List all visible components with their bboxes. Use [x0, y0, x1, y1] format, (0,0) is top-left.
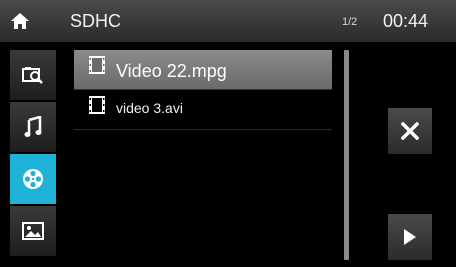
- delete-button[interactable]: [388, 108, 432, 154]
- video-file-icon: [89, 56, 105, 74]
- scrollbar[interactable]: [344, 50, 349, 260]
- home-icon: [11, 13, 29, 29]
- sidebar-item-photo-browse[interactable]: [10, 50, 56, 100]
- picture-icon: [22, 222, 44, 240]
- sidebar: [0, 42, 56, 267]
- play-button[interactable]: [388, 214, 432, 260]
- source-title: SDHC: [70, 11, 122, 31]
- file-name: Video 22.mpg: [116, 61, 227, 81]
- film-reel-icon: [23, 169, 43, 189]
- home-button[interactable]: [0, 0, 40, 42]
- video-file-icon: [89, 96, 105, 114]
- page-indicator: 1/2: [342, 16, 358, 28]
- close-icon: [401, 122, 419, 140]
- clock: 00:44: [383, 11, 429, 31]
- file-name: video 3.avi: [116, 100, 183, 116]
- file-row[interactable]: video 3.avi: [74, 90, 332, 130]
- music-note-icon: [24, 116, 42, 137]
- sidebar-item-music[interactable]: [10, 102, 56, 152]
- sidebar-item-pictures[interactable]: [10, 206, 56, 256]
- play-icon: [404, 229, 416, 245]
- header-bar: SDHC 1/2 00:44: [0, 0, 456, 42]
- sidebar-item-video[interactable]: [10, 154, 56, 204]
- file-row[interactable]: Video 22.mpg: [74, 50, 332, 90]
- photo-browse-icon: [22, 67, 43, 84]
- file-list: Video 22.mpg video 3.avi: [74, 50, 332, 130]
